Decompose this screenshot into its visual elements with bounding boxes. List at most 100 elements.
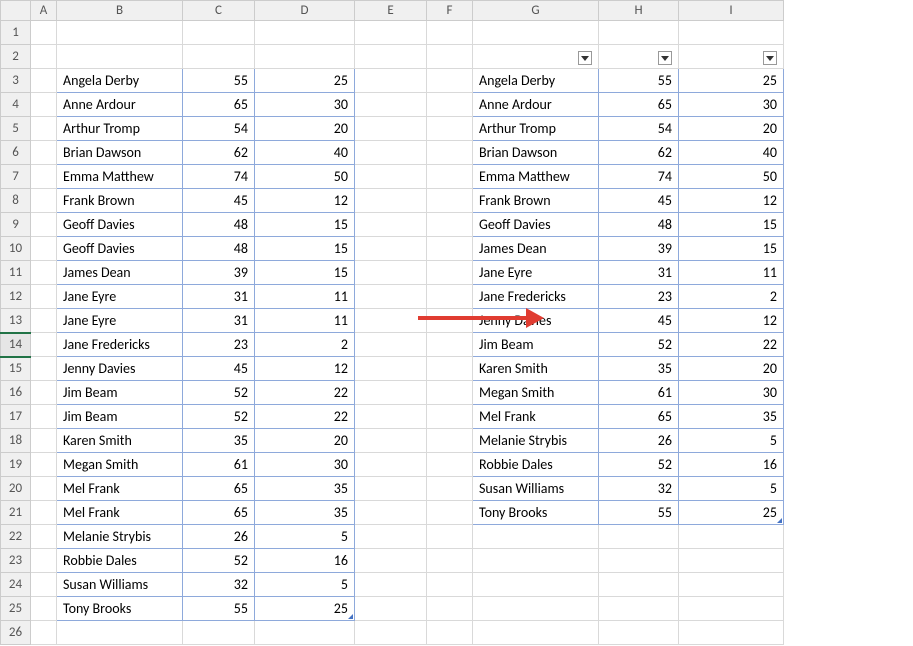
- cell-G18[interactable]: Melanie Strybis: [473, 429, 599, 453]
- cell-G4[interactable]: Anne Ardour: [473, 93, 599, 117]
- cell-A14[interactable]: [31, 333, 57, 357]
- cell-H19[interactable]: 52: [599, 453, 679, 477]
- cell-D17[interactable]: 22: [255, 405, 355, 429]
- cell-C6[interactable]: 62: [183, 141, 255, 165]
- filter-dropdown-icon[interactable]: [763, 51, 777, 65]
- cell-I24[interactable]: [679, 573, 784, 597]
- cell-G20[interactable]: Susan Williams: [473, 477, 599, 501]
- cell-E1[interactable]: [355, 21, 427, 45]
- cell-B1[interactable]: [57, 21, 183, 45]
- cell-B3[interactable]: Angela Derby: [57, 69, 183, 93]
- row-header-17[interactable]: 17: [1, 405, 31, 429]
- row-header-8[interactable]: 8: [1, 189, 31, 213]
- cell-E20[interactable]: [355, 477, 427, 501]
- row-header-15[interactable]: 15: [1, 357, 31, 381]
- row-header-24[interactable]: 24: [1, 573, 31, 597]
- cell-E18[interactable]: [355, 429, 427, 453]
- row-header-26[interactable]: 26: [1, 621, 31, 645]
- cell-A24[interactable]: [31, 573, 57, 597]
- cell-E10[interactable]: [355, 237, 427, 261]
- cell-B22[interactable]: Melanie Strybis: [57, 525, 183, 549]
- cell-I21[interactable]: 25: [679, 501, 784, 525]
- cell-H12[interactable]: 23: [599, 285, 679, 309]
- cell-A2[interactable]: [31, 45, 57, 69]
- column-header-I[interactable]: I: [679, 1, 784, 21]
- cell-A19[interactable]: [31, 453, 57, 477]
- cell-C8[interactable]: 45: [183, 189, 255, 213]
- cell-H7[interactable]: 74: [599, 165, 679, 189]
- cell-A10[interactable]: [31, 237, 57, 261]
- row-header-20[interactable]: 20: [1, 477, 31, 501]
- cell-I9[interactable]: 15: [679, 213, 784, 237]
- cell-F25[interactable]: [427, 597, 473, 621]
- cell-I8[interactable]: 12: [679, 189, 784, 213]
- cell-G8[interactable]: Frank Brown: [473, 189, 599, 213]
- cell-D14[interactable]: 2: [255, 333, 355, 357]
- cell-D23[interactable]: 16: [255, 549, 355, 573]
- cell-F24[interactable]: [427, 573, 473, 597]
- cell-I16[interactable]: 30: [679, 381, 784, 405]
- cell-D24[interactable]: 5: [255, 573, 355, 597]
- cell-B12[interactable]: Jane Eyre: [57, 285, 183, 309]
- cell-G14[interactable]: Jim Beam: [473, 333, 599, 357]
- cell-H1[interactable]: [599, 21, 679, 45]
- cell-C5[interactable]: 54: [183, 117, 255, 141]
- cell-D11[interactable]: 15: [255, 261, 355, 285]
- cell-D18[interactable]: 20: [255, 429, 355, 453]
- row-header-13[interactable]: 13: [1, 309, 31, 333]
- row-header-12[interactable]: 12: [1, 285, 31, 309]
- cell-B8[interactable]: Frank Brown: [57, 189, 183, 213]
- cell-D22[interactable]: 5: [255, 525, 355, 549]
- cell-F13[interactable]: [427, 309, 473, 333]
- cell-H17[interactable]: 65: [599, 405, 679, 429]
- cell-D3[interactable]: 25: [255, 69, 355, 93]
- row-header-6[interactable]: 6: [1, 141, 31, 165]
- cell-C1[interactable]: [183, 21, 255, 45]
- cell-C18[interactable]: 35: [183, 429, 255, 453]
- cell-B18[interactable]: Karen Smith: [57, 429, 183, 453]
- cell-G11[interactable]: Jane Eyre: [473, 261, 599, 285]
- cell-D20[interactable]: 35: [255, 477, 355, 501]
- cell-F19[interactable]: [427, 453, 473, 477]
- row-header-1[interactable]: 1: [1, 21, 31, 45]
- cell-I25[interactable]: [679, 597, 784, 621]
- cell-B23[interactable]: Robbie Dales: [57, 549, 183, 573]
- cell-H21[interactable]: 55: [599, 501, 679, 525]
- cell-E14[interactable]: [355, 333, 427, 357]
- cell-B7[interactable]: Emma Matthew: [57, 165, 183, 189]
- cell-H16[interactable]: 61: [599, 381, 679, 405]
- cell-G17[interactable]: Mel Frank: [473, 405, 599, 429]
- cell-G22[interactable]: [473, 525, 599, 549]
- cell-I10[interactable]: 15: [679, 237, 784, 261]
- cell-I15[interactable]: 20: [679, 357, 784, 381]
- filter-dropdown-icon[interactable]: [658, 51, 672, 65]
- cell-E22[interactable]: [355, 525, 427, 549]
- cell-B25[interactable]: Tony Brooks: [57, 597, 183, 621]
- cell-E7[interactable]: [355, 165, 427, 189]
- cell-H9[interactable]: 48: [599, 213, 679, 237]
- cell-A7[interactable]: [31, 165, 57, 189]
- cell-B17[interactable]: Jim Beam: [57, 405, 183, 429]
- row-header-2[interactable]: 2: [1, 45, 31, 69]
- cell-D16[interactable]: 22: [255, 381, 355, 405]
- cell-I6[interactable]: 40: [679, 141, 784, 165]
- cell-A15[interactable]: [31, 357, 57, 381]
- cell-D8[interactable]: 12: [255, 189, 355, 213]
- cell-E9[interactable]: [355, 213, 427, 237]
- cell-I14[interactable]: 22: [679, 333, 784, 357]
- row-header-7[interactable]: 7: [1, 165, 31, 189]
- cell-E3[interactable]: [355, 69, 427, 93]
- cell-C2[interactable]: Age: [183, 45, 255, 69]
- cell-A22[interactable]: [31, 525, 57, 549]
- cell-I26[interactable]: [679, 621, 784, 645]
- cell-A25[interactable]: [31, 597, 57, 621]
- cell-C25[interactable]: 55: [183, 597, 255, 621]
- column-header-E[interactable]: E: [355, 1, 427, 21]
- cell-G25[interactable]: [473, 597, 599, 621]
- cell-B26[interactable]: [57, 621, 183, 645]
- cell-C15[interactable]: 45: [183, 357, 255, 381]
- cell-A8[interactable]: [31, 189, 57, 213]
- cell-A17[interactable]: [31, 405, 57, 429]
- cell-B21[interactable]: Mel Frank: [57, 501, 183, 525]
- cell-E11[interactable]: [355, 261, 427, 285]
